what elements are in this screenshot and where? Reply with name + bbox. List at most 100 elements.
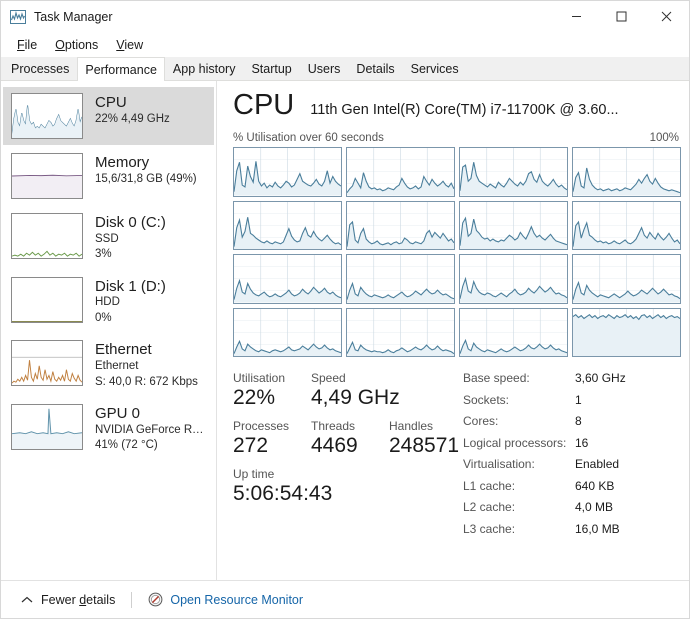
sidebar-item-memory[interactable]: Memory 15,6/31,8 GB (49%) — [3, 147, 214, 205]
spec-cores: Cores: 8 — [463, 415, 681, 427]
spec-l1-cache-value: 640 KB — [575, 478, 615, 493]
stat-row-uptime: Up time 5:06:54:43 — [233, 467, 463, 506]
ethernet-thumbnail-graph — [11, 340, 83, 387]
cpu-core-graph-0 — [233, 147, 342, 197]
cpu-core-graph-6 — [459, 200, 568, 250]
open-resource-monitor-label: Open Resource Monitor — [170, 592, 304, 607]
sidebar-gpu-0-text: GPU 0 NVIDIA GeForce RTX ... 41% (72 °C) — [95, 404, 206, 454]
menu-bar: File Options View — [1, 32, 689, 57]
minimize-button[interactable] — [554, 1, 599, 32]
window-title: Task Manager — [34, 9, 113, 24]
spec-sockets-value: 1 — [575, 392, 582, 407]
close-icon — [661, 11, 672, 22]
sidebar-gpu-0-sub1: NVIDIA GeForce RTX ... — [95, 423, 206, 436]
chevron-up-icon — [21, 596, 33, 602]
sidebar-disk-0-title: Disk 0 (C:) — [95, 214, 166, 231]
minimize-icon — [572, 16, 581, 17]
cpu-core-graph-9 — [346, 254, 455, 304]
stat-row-counts: Processes 272 Threads 4469 Handles 24857… — [233, 419, 463, 458]
tab-performance[interactable]: Performance — [77, 57, 165, 81]
stat-threads: Threads 4469 — [311, 419, 389, 458]
cpu-core-graph-11 — [572, 254, 681, 304]
cpu-header: CPU 11th Gen Intel(R) Core(TM) i7-11700K… — [233, 91, 681, 120]
sidebar-disk-0-sub2: 3% — [95, 248, 112, 261]
tab-app-history[interactable]: App history — [164, 57, 244, 80]
content-area: CPU 22% 4,49 GHz Memory 15,6/31,8 GB (49… — [1, 81, 689, 580]
cpu-core-graph-10 — [459, 254, 568, 304]
stat-speed-value: 4,49 GHz — [311, 386, 400, 409]
spec-l1-cache: L1 cache: 640 KB — [463, 480, 681, 492]
sidebar-memory-sub: 15,6/31,8 GB (49%) — [95, 172, 197, 185]
stat-threads-label: Threads — [311, 419, 356, 434]
sidebar-disk-0-text: Disk 0 (C:) SSD 3% — [95, 213, 166, 263]
stat-processes: Processes 272 — [233, 419, 311, 458]
stat-handles-value: 248571 — [389, 434, 460, 458]
menu-options[interactable]: Options — [47, 35, 106, 55]
cpu-core-graph-1 — [346, 147, 455, 197]
cpu-core-graph-12 — [233, 307, 342, 357]
stat-utilisation-label: Utilisation — [233, 371, 286, 385]
tab-services[interactable]: Services — [402, 57, 467, 80]
cpu-core-graph-2 — [459, 147, 568, 197]
spec-virtualisation: Virtualisation: Enabled — [463, 458, 681, 470]
sidebar-disk-1-text: Disk 1 (D:) HDD 0% — [95, 277, 166, 327]
tab-startup[interactable]: Startup — [243, 57, 300, 80]
stat-row-primary: Utilisation 22% Speed 4,49 GHz — [233, 371, 463, 410]
stat-speed-label: Speed — [311, 371, 346, 385]
logical-processors-grid[interactable] — [233, 147, 681, 357]
sidebar-ethernet-sub2: S: 40,0 R: 672 Kbps — [95, 375, 198, 388]
spec-base-speed-value: 3,60 GHz — [575, 371, 626, 385]
sidebar-disk-1-sub1: HDD — [95, 296, 120, 309]
spec-l3-cache-value: 16,0 MB — [575, 521, 620, 536]
title-bar: Task Manager — [1, 1, 689, 32]
maximize-button[interactable] — [599, 1, 644, 32]
disk-1-thumbnail-graph — [11, 276, 83, 323]
fewer-details-button[interactable]: Fewer details — [15, 589, 121, 611]
stat-processes-label: Processes — [233, 419, 290, 434]
spec-cores-key: Cores: — [463, 414, 499, 428]
cpu-detail-panel: CPU 11th Gen Intel(R) Core(TM) i7-11700K… — [217, 81, 689, 580]
gpu-0-thumbnail-graph — [11, 404, 83, 451]
open-resource-monitor-link[interactable]: Open Resource Monitor — [142, 588, 309, 611]
sidebar-item-disk-1[interactable]: Disk 1 (D:) HDD 0% — [3, 271, 214, 333]
sidebar-cpu-sub: 22% 4,49 GHz — [95, 112, 170, 125]
page-title: CPU — [233, 89, 295, 121]
spec-l2-cache-value: 4,0 MB — [575, 500, 614, 514]
sidebar-item-ethernet[interactable]: Ethernet Ethernet S: 40,0 R: 672 Kbps — [3, 334, 214, 396]
tab-details[interactable]: Details — [348, 57, 403, 80]
maximize-icon — [616, 11, 627, 22]
sidebar-memory-text: Memory 15,6/31,8 GB (49%) — [95, 153, 197, 187]
sidebar-disk-1-title: Disk 1 (D:) — [95, 277, 166, 295]
cpu-core-graph-14 — [459, 307, 568, 357]
memory-thumbnail-graph — [11, 153, 83, 199]
stat-handles: Handles 248571 — [389, 419, 459, 458]
spec-sockets: Sockets: 1 — [463, 394, 681, 406]
menu-view[interactable]: View — [108, 35, 151, 55]
sidebar-item-cpu[interactable]: CPU 22% 4,49 GHz — [3, 87, 214, 145]
spec-l2-cache: L2 cache: 4,0 MB — [463, 501, 681, 513]
spec-virtualisation-value: Enabled — [575, 457, 620, 471]
spec-logical-processors: Logical processors: 16 — [463, 437, 681, 449]
tab-users[interactable]: Users — [299, 57, 349, 80]
sidebar-cpu-title: CPU — [95, 94, 127, 111]
sidebar-item-gpu-0[interactable]: GPU 0 NVIDIA GeForce RTX ... 41% (72 °C) — [3, 398, 214, 460]
spec-l2-cache-key: L2 cache: — [463, 500, 516, 514]
graph-caption-left: % Utilisation over 60 seconds — [233, 132, 384, 144]
cpu-core-graph-8 — [233, 254, 342, 304]
fewer-details-label: Fewer details — [41, 592, 116, 607]
graph-caption: % Utilisation over 60 seconds 100% — [233, 132, 681, 144]
close-button[interactable] — [644, 1, 689, 32]
sidebar-item-disk-0[interactable]: Disk 0 (C:) SSD 3% — [3, 207, 214, 269]
sidebar-gpu-0-sub2: 41% (72 °C) — [95, 439, 158, 452]
resource-sidebar: CPU 22% 4,49 GHz Memory 15,6/31,8 GB (49… — [1, 81, 217, 580]
tab-processes[interactable]: Processes — [3, 57, 78, 80]
stat-handles-label: Handles — [389, 419, 434, 434]
footer-separator — [131, 591, 133, 608]
spec-base-speed-key: Base speed: — [463, 371, 530, 385]
stat-utilisation-value: 22% — [233, 386, 276, 409]
spec-logical-processors-key: Logical processors: — [463, 435, 567, 450]
cpu-core-graph-13 — [346, 307, 455, 357]
menu-file[interactable]: File — [9, 35, 45, 55]
task-manager-icon — [10, 9, 26, 25]
menu-file-rest: ile — [24, 37, 38, 52]
